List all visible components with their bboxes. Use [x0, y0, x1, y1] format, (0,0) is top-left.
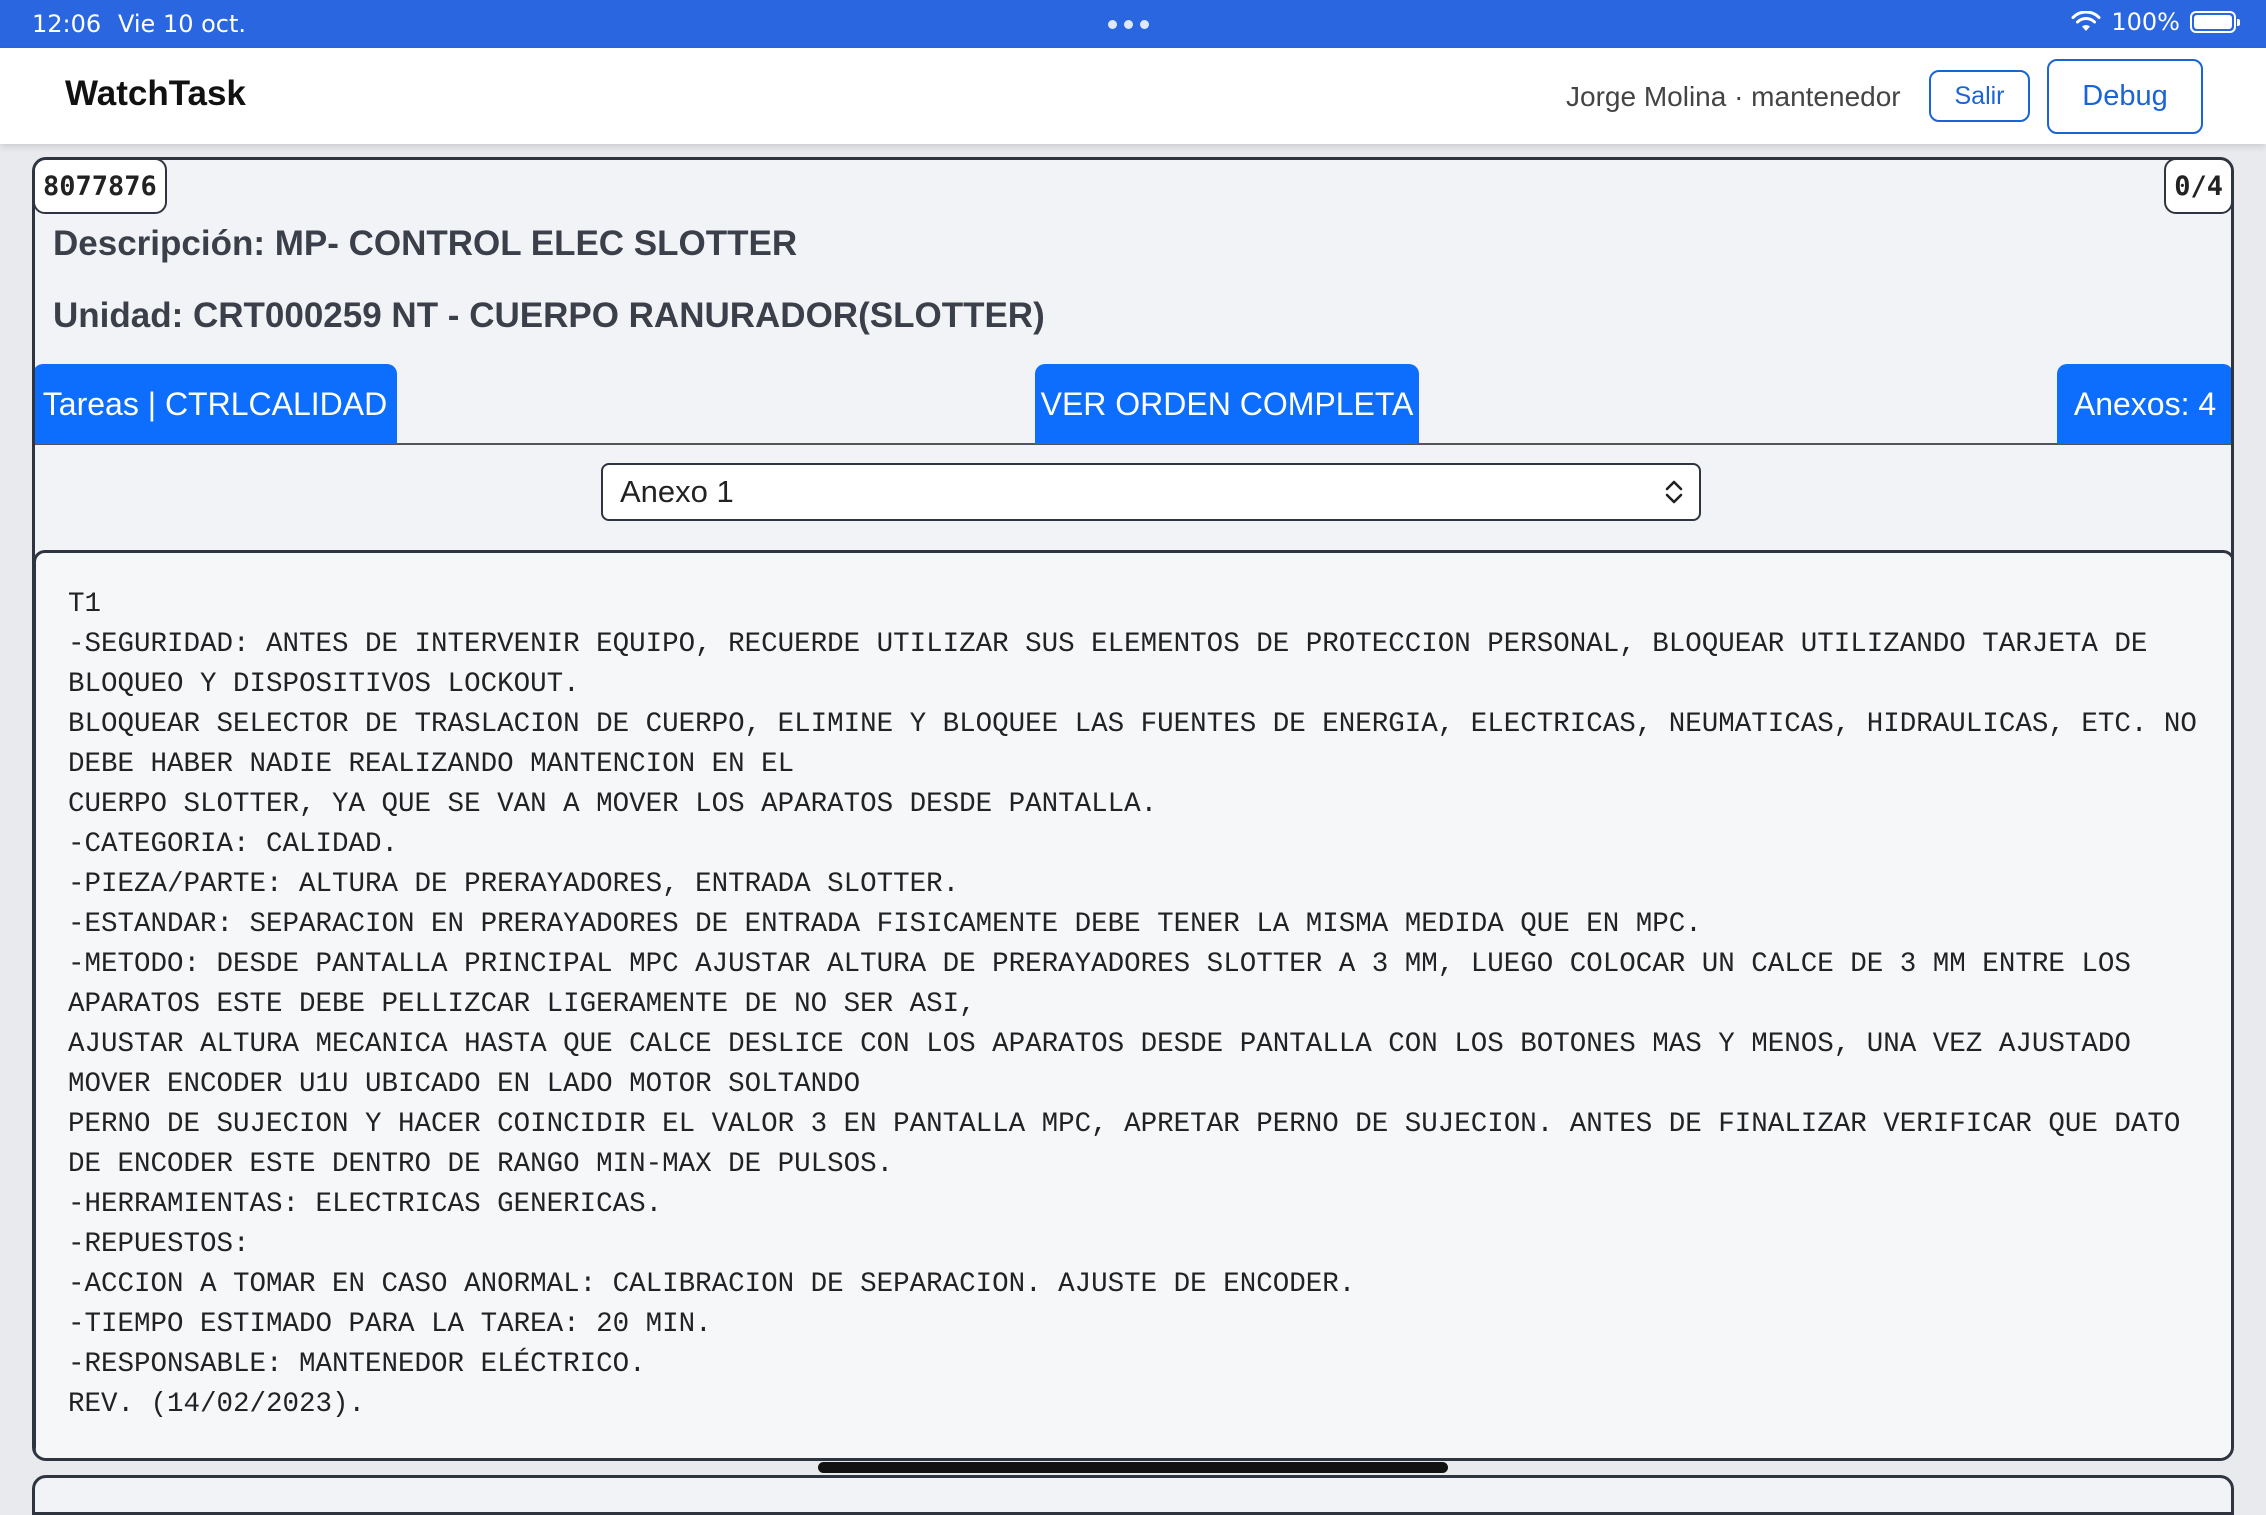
work-order-card: 8077876 0/4 Descripción: MP- CONTROL ELE… — [32, 157, 2234, 1461]
app-title: WatchTask — [65, 74, 246, 113]
view-full-order-button[interactable]: VER ORDEN COMPLETA — [1035, 364, 1419, 444]
status-indicators: 100% — [2071, 8, 2240, 36]
home-indicator[interactable] — [818, 1462, 1448, 1473]
app-header: WatchTask Jorge Molina · mantenedor Sali… — [0, 48, 2266, 144]
user-info: Jorge Molina · mantenedor — [1566, 81, 1901, 112]
wifi-icon — [2071, 11, 2101, 31]
order-id-badge: 8077876 — [35, 160, 167, 214]
battery-icon — [2190, 11, 2240, 33]
chevron-up-down-icon — [1665, 480, 1683, 504]
battery-percent: 100% — [2111, 8, 2180, 36]
task-progress-badge: 0/4 — [2164, 160, 2231, 214]
attachment-content: T1 -SEGURIDAD: ANTES DE INTERVENIR EQUIP… — [35, 550, 2231, 1458]
attachment-select[interactable]: Anexo 1 — [601, 463, 1701, 521]
multitasking-dots-icon[interactable] — [1108, 20, 1149, 29]
tasks-tab-button[interactable]: Tareas | CTRLCALIDAD — [35, 364, 397, 444]
logout-button[interactable]: Salir — [1929, 70, 2030, 122]
status-time: 12:06 — [32, 10, 102, 38]
attachments-tab-button[interactable]: Anexos: 4 — [2057, 364, 2231, 444]
attachment-select-value: Anexo 1 — [620, 474, 734, 509]
status-date: Vie 10 oct. — [118, 10, 247, 38]
debug-button[interactable]: Debug — [2047, 59, 2203, 134]
order-description: Descripción: MP- CONTROL ELEC SLOTTER — [53, 224, 798, 263]
attachment-text: T1 -SEGURIDAD: ANTES DE INTERVENIR EQUIP… — [68, 589, 2197, 1420]
next-work-order-card[interactable] — [32, 1475, 2234, 1515]
order-unit: Unidad: CRT000259 NT - CUERPO RANURADOR(… — [53, 296, 1045, 335]
status-bar: 12:06 Vie 10 oct. 100% — [0, 0, 2266, 48]
